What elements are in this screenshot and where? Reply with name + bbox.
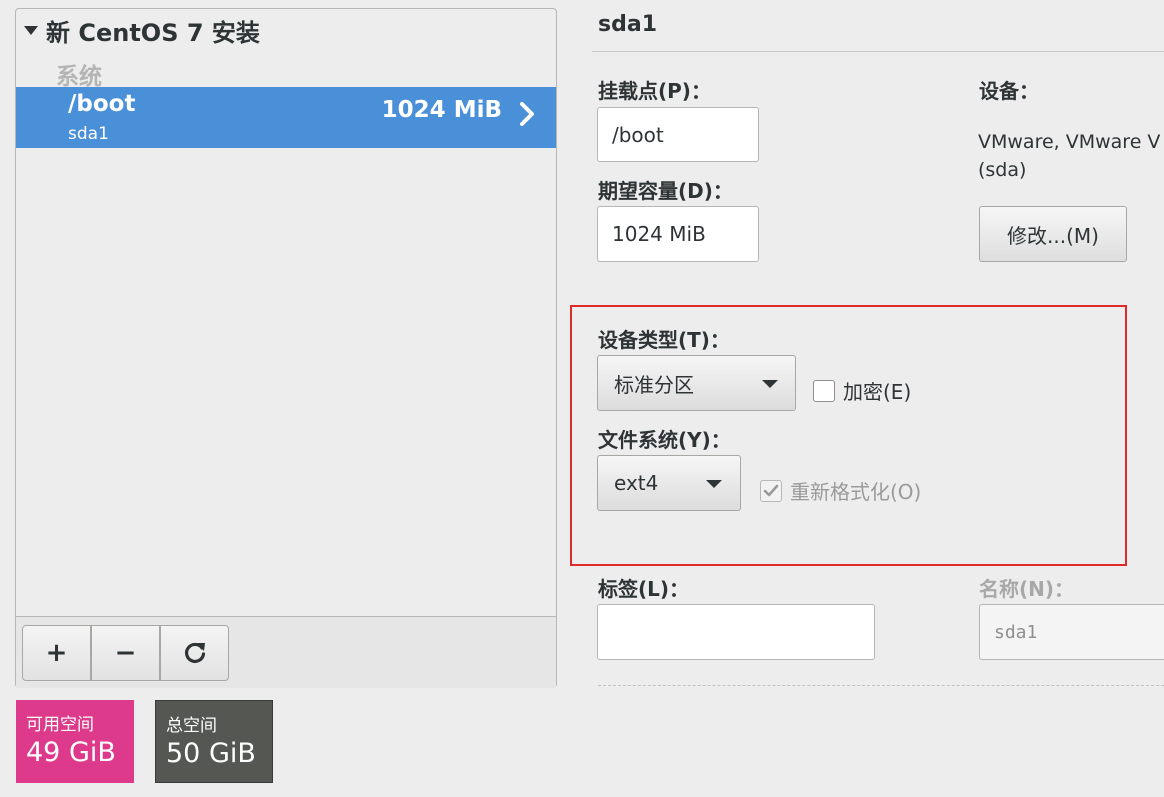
install-title-label: 新 CentOS 7 安装 (46, 19, 260, 47)
device-description: VMware, VMware V (sda) (978, 128, 1164, 184)
remove-mount-point-button[interactable]: − (91, 625, 160, 681)
checkbox-unchecked-icon[interactable] (813, 379, 835, 402)
tag-field-label: 标签(L)： (598, 577, 690, 601)
plus-icon: + (45, 638, 68, 668)
available-space-label: 可用空间 (26, 715, 94, 735)
device-name-text: VMware, VMware V (978, 131, 1161, 153)
device-type-value: 标准分区 (614, 372, 694, 397)
total-space-badge: 总空间 50 GiB (155, 700, 273, 783)
filesystem-dropdown[interactable]: ext4 (597, 455, 741, 511)
device-field-label: 设备： (979, 79, 1039, 103)
filesystem-label: 文件系统(Y)： (598, 428, 731, 452)
available-space-badge: 可用空间 49 GiB (16, 700, 134, 783)
device-id-text: (sda) (978, 159, 1027, 181)
chevron-right-icon (520, 102, 534, 126)
mount-point-size: 1024 MiB (381, 97, 502, 123)
mount-point-list-panel: 新 CentOS 7 安装 系统 /boot sda1 1024 MiB + − (15, 8, 557, 688)
minus-icon: − (114, 638, 137, 668)
available-space-value: 49 GiB (26, 737, 116, 768)
tag-input[interactable] (597, 604, 875, 660)
install-group-header[interactable]: 新 CentOS 7 安装 (24, 13, 260, 48)
dropdown-arrow-icon (762, 380, 778, 388)
checkmark-icon (763, 484, 779, 496)
dropdown-arrow-icon (706, 480, 722, 488)
mount-point-toolbar: + − (16, 616, 556, 688)
total-space-value: 50 GiB (166, 738, 256, 769)
name-field-label: 名称(N)： (979, 577, 1075, 601)
checkbox-checked-icon[interactable] (760, 479, 782, 502)
add-mount-point-button[interactable]: + (22, 625, 91, 681)
desired-capacity-input[interactable]: 1024 MiB (597, 206, 759, 262)
modify-device-button[interactable]: 修改...(M) (979, 206, 1127, 262)
expander-down-icon[interactable] (24, 26, 38, 35)
title-separator (592, 51, 1164, 52)
total-space-label: 总空间 (166, 716, 217, 736)
filesystem-value: ext4 (614, 471, 659, 495)
device-type-label: 设备类型(T)： (598, 328, 730, 352)
reformat-checkbox[interactable]: 重新格式化(O) (760, 476, 921, 505)
reformat-label: 重新格式化(O) (790, 480, 922, 504)
encrypt-label: 加密(E) (843, 380, 912, 404)
mount-point-path: /boot (68, 91, 136, 117)
capacity-field-label: 期望容量(D)： (598, 179, 733, 203)
device-type-dropdown[interactable]: 标准分区 (597, 355, 796, 411)
name-input[interactable]: sda1 (979, 604, 1164, 660)
dashed-separator (598, 685, 1164, 686)
mount-point-row-boot[interactable]: /boot sda1 1024 MiB (16, 87, 556, 148)
category-system-label: 系统 (56, 64, 102, 90)
mount-point-input[interactable]: /boot (597, 107, 759, 162)
encrypt-checkbox[interactable]: 加密(E) (813, 376, 911, 405)
mount-point-device: sda1 (68, 124, 109, 144)
refresh-icon (184, 642, 205, 664)
refresh-button[interactable] (160, 625, 229, 681)
mount-point-field-label: 挂载点(P)： (598, 79, 711, 103)
partition-title: sda1 (598, 12, 657, 37)
